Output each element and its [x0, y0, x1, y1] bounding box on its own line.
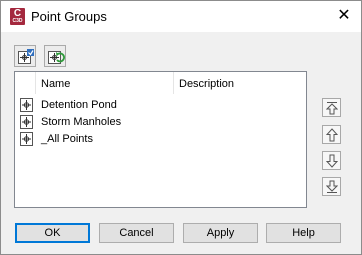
move-to-top-icon: [326, 102, 338, 115]
move-to-top-button[interactable]: [322, 98, 341, 117]
list-item[interactable]: Storm Manholes: [15, 114, 306, 131]
point-group-icon: [20, 132, 33, 146]
point-group-icon: [20, 98, 33, 112]
list-item-name: _All Points: [41, 133, 93, 145]
properties-button[interactable]: [14, 45, 36, 67]
list-header: Name Description: [15, 72, 306, 94]
move-up-icon: [326, 128, 338, 142]
point-groups-list[interactable]: Name Description Detention Pond Storm Ma…: [14, 71, 307, 208]
list-item[interactable]: _All Points: [15, 131, 306, 148]
column-separator[interactable]: [173, 72, 174, 94]
column-header-name[interactable]: Name: [41, 78, 70, 91]
refresh-icon: [48, 51, 65, 64]
point-group-icon: [20, 115, 33, 129]
close-icon: ✕: [337, 7, 351, 24]
list-item-name: Detention Pond: [41, 99, 117, 111]
move-to-bottom-button[interactable]: [322, 177, 341, 196]
column-separator[interactable]: [35, 72, 36, 94]
ok-button[interactable]: OK: [15, 223, 90, 243]
help-button[interactable]: Help: [266, 223, 341, 243]
list-item[interactable]: Detention Pond: [15, 97, 306, 114]
move-up-button[interactable]: [322, 125, 341, 144]
title-bar[interactable]: C C3D Point Groups ✕: [1, 1, 361, 32]
move-down-icon: [326, 154, 338, 168]
move-down-button[interactable]: [322, 151, 341, 170]
point-groups-dialog: C C3D Point Groups ✕ Name Description De…: [0, 0, 362, 255]
move-to-bottom-icon: [326, 180, 338, 193]
list-item-name: Storm Manholes: [41, 116, 122, 128]
dialog-title: Point Groups: [31, 9, 107, 24]
properties-icon: [18, 49, 34, 64]
apply-button[interactable]: Apply: [183, 223, 258, 243]
column-header-description[interactable]: Description: [179, 78, 234, 91]
close-button[interactable]: ✕: [335, 7, 353, 25]
civil3d-app-icon: C C3D: [10, 8, 25, 25]
cancel-button[interactable]: Cancel: [99, 223, 174, 243]
refresh-button[interactable]: [44, 45, 66, 67]
app-icon-sublabel: C3D: [12, 18, 23, 24]
